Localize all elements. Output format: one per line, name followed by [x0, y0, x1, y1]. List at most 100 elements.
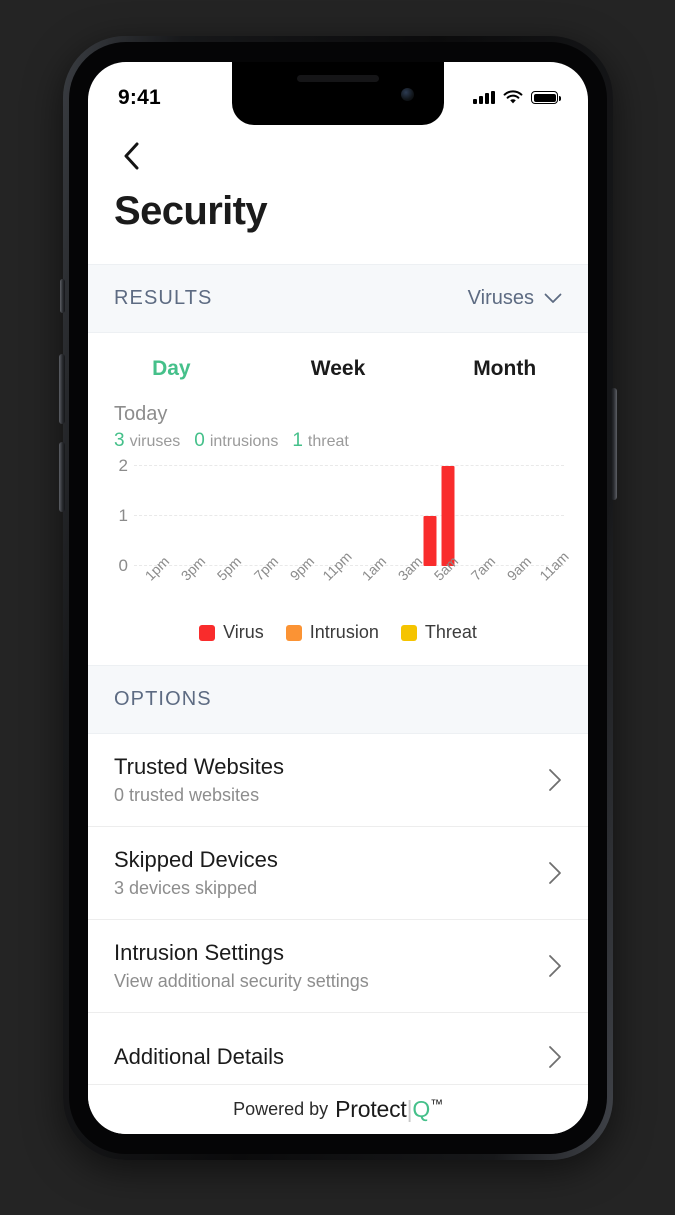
chart-y-tick-label: 1	[118, 506, 128, 525]
chart-bar-slot	[224, 466, 242, 566]
chevron-down-icon	[544, 293, 562, 303]
chart-bar	[441, 466, 455, 566]
chart-bar-slot	[170, 466, 188, 566]
stat-intrusions: 0 intrusions	[194, 430, 278, 452]
chart-y-tick-label: 2	[118, 456, 128, 475]
chart-y-tick-label: 0	[118, 556, 128, 575]
chart-bar-slot	[313, 466, 331, 566]
navigation-bar	[88, 125, 588, 173]
tab-day[interactable]: Day	[88, 357, 255, 381]
page-title: Security	[114, 189, 268, 233]
option-text: Intrusion Settings View additional securi…	[114, 940, 369, 992]
chart-bar-slot	[475, 466, 493, 566]
summary-stats: 3 viruses 0 intrusions 1 threat	[114, 430, 562, 452]
phone-screen: 9:41 Security RESULTS Viruses Day Week M…	[88, 62, 588, 1134]
security-chart: 0 1 2 1pm 3pm 5pm 7pm 9pm 11pm 1am 3am 5am 7am 9am 11…	[88, 452, 588, 665]
option-text: Skipped Devices 3 devices skipped	[114, 847, 278, 899]
stat-threats: 1 threat	[292, 430, 349, 452]
results-label: RESULTS	[114, 287, 213, 309]
battery-full-icon	[531, 91, 561, 104]
option-text: Trusted Websites 0 trusted websites	[114, 754, 284, 806]
chart-x-axis: 1pm 3pm 5pm 7pm 9pm 11pm 1am 3am 5am 7am 9am 11am	[134, 548, 572, 620]
option-text: Additional Details	[114, 1044, 284, 1070]
option-subtitle: 0 trusted websites	[114, 785, 260, 805]
back-button[interactable]	[114, 139, 148, 173]
chart-legend-item: Intrusion	[285, 622, 379, 643]
filter-selected-value: Viruses	[467, 287, 534, 309]
tab-week[interactable]: Week	[255, 357, 422, 381]
legend-label: Intrusion	[309, 622, 379, 642]
footer-brand: Protect|Q™	[335, 1096, 443, 1123]
chart-bar-slot	[421, 466, 439, 566]
screenshot-canvas: 9:41 Security RESULTS Viruses Day Week M…	[0, 0, 675, 1215]
stat-viruses-count: 3	[114, 430, 125, 451]
option-title: Trusted Websites	[114, 754, 284, 779]
chart-bar-slot	[439, 466, 457, 566]
stat-viruses-label: viruses	[129, 433, 181, 450]
results-section-header: RESULTS Viruses	[88, 264, 588, 333]
wifi-icon	[503, 90, 523, 104]
chevron-right-icon	[549, 862, 561, 884]
legend-color-swatch	[400, 624, 417, 641]
phone-device-frame: 9:41 Security RESULTS Viruses Day Week M…	[59, 36, 617, 1160]
period-tabs: Day Week Month	[88, 333, 588, 389]
chevron-right-icon	[549, 955, 561, 977]
chevron-right-icon	[549, 769, 561, 791]
option-subtitle: 3 devices skipped	[114, 878, 258, 898]
option-row[interactable]: Intrusion Settings View additional securi…	[88, 920, 588, 1013]
chart-legend: Virus Intrusion Threat	[108, 620, 568, 665]
chart-plot-area: 0 1 2	[119, 456, 568, 575]
chart-bar-slot	[206, 466, 224, 566]
footer-branding: Powered by Protect|Q™	[88, 1084, 588, 1134]
chart-bar-slot	[510, 466, 528, 566]
chart-bar-slot	[403, 466, 421, 566]
chart-bar-slot	[188, 466, 206, 566]
chart-bar	[423, 516, 437, 566]
chart-bar-slot	[349, 466, 367, 566]
options-label: OPTIONS	[114, 688, 212, 710]
display-notch	[232, 62, 444, 125]
chart-bar-slot	[259, 466, 277, 566]
power-button[interactable]	[611, 388, 617, 500]
option-title: Intrusion Settings	[114, 940, 284, 965]
option-title: Skipped Devices	[114, 847, 278, 872]
legend-label: Virus	[223, 622, 264, 642]
chart-bar-slot	[367, 466, 385, 566]
stat-intrusions-count: 0	[194, 430, 205, 451]
chart-bar-slot	[492, 466, 510, 566]
results-filter-dropdown[interactable]: Viruses	[468, 287, 562, 310]
chart-bar-slot	[528, 466, 546, 566]
chart-bars	[134, 466, 564, 566]
status-time: 9:41	[118, 85, 161, 109]
status-icons	[473, 90, 561, 105]
chart-bar-slot	[457, 466, 475, 566]
volume-down-button[interactable]	[59, 442, 65, 512]
earpiece-speaker	[297, 75, 379, 82]
legend-label: Threat	[424, 622, 477, 642]
volume-up-button[interactable]	[59, 354, 65, 424]
chart-bar-slot	[385, 466, 403, 566]
footer-prefix: Powered by	[233, 1099, 329, 1119]
chart-bar-slot	[277, 466, 295, 566]
legend-color-swatch	[199, 624, 216, 641]
options-list: Trusted Websites 0 trusted websites Skippe…	[88, 734, 588, 1102]
signal-bars-icon	[473, 91, 495, 104]
stat-threats-count: 1	[292, 430, 303, 451]
chart-legend-item: Virus	[199, 622, 264, 643]
stat-threats-label: threat	[307, 433, 349, 450]
option-subtitle: View additional security settings	[114, 971, 369, 991]
chart-bar-slot	[242, 466, 260, 566]
chart-bar-slot	[295, 466, 313, 566]
option-row[interactable]: Trusted Websites 0 trusted websites	[88, 734, 588, 827]
options-section-header: OPTIONS	[88, 665, 588, 734]
stat-viruses: 3 viruses	[114, 430, 180, 452]
brand-second: Q	[412, 1096, 431, 1122]
option-row[interactable]: Skipped Devices 3 devices skipped	[88, 827, 588, 920]
tab-month[interactable]: Month	[421, 357, 588, 381]
option-title: Additional Details	[114, 1044, 284, 1069]
silent-switch-button[interactable]	[60, 279, 65, 313]
chevron-left-icon	[124, 142, 138, 170]
brand-trademark: ™	[430, 1096, 443, 1112]
chevron-right-icon	[549, 1046, 561, 1068]
front-camera-icon	[401, 88, 414, 101]
